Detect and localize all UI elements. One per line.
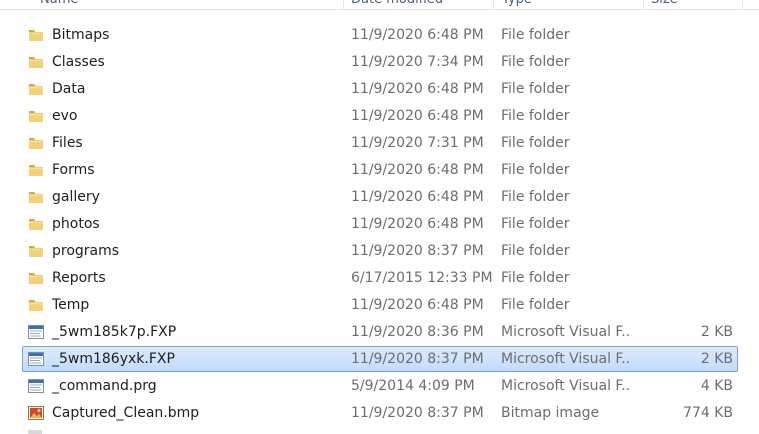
file-size: 4 KB <box>700 378 733 394</box>
file-type: File folder <box>501 216 570 232</box>
folder-icon <box>27 134 45 152</box>
column-name-header[interactable]: Name <box>40 0 78 9</box>
file-date-modified: 5/9/2014 4:09 PM <box>351 378 475 394</box>
file-type: File folder <box>501 135 570 151</box>
text-file-icon <box>27 377 45 395</box>
text-file-icon <box>27 350 45 368</box>
file-date-modified: 11/9/2020 7:34 PM <box>351 54 484 70</box>
folder-row[interactable]: Forms 11/9/2020 6:48 PM File folder <box>22 157 738 183</box>
file-type: Microsoft Visual F... <box>501 351 631 367</box>
file-date-modified: 11/9/2020 8:37 PM <box>351 243 484 259</box>
file-row[interactable]: Captured_Clean.bmp 11/9/2020 8:37 PM Bitma… <box>22 400 738 426</box>
file-date-modified: 11/9/2020 8:37 PM <box>351 405 484 421</box>
file-type: File folder <box>501 270 570 286</box>
text-file-icon <box>27 323 45 341</box>
file-name: Captured_Clean.bmp <box>52 405 200 421</box>
file-type: File folder <box>501 108 570 124</box>
file-type: File folder <box>501 243 570 259</box>
folder-icon <box>27 296 45 314</box>
file-name: _5wm186yxk.FXP <box>52 351 175 367</box>
file-name: gallery <box>52 189 100 205</box>
file-type: Microsoft Visual F... <box>501 378 631 394</box>
file-type: Microsoft Visual F... <box>501 324 631 340</box>
folder-icon <box>27 269 45 287</box>
folder-row[interactable]: Bitmaps 11/9/2020 6:48 PM File folder <box>22 22 738 48</box>
next-row-icon-partial <box>28 430 42 434</box>
file-type: File folder <box>501 54 570 70</box>
column-type-header[interactable]: Type <box>502 0 532 9</box>
file-name: Temp <box>52 297 90 313</box>
file-name: Reports <box>52 270 106 286</box>
column-divider[interactable] <box>343 0 344 9</box>
folder-row[interactable]: Classes 11/9/2020 7:34 PM File folder <box>22 49 738 75</box>
file-type: File folder <box>501 162 570 178</box>
file-row[interactable]: _command.prg 5/9/2014 4:09 PM Microsoft Vi… <box>22 373 738 399</box>
file-name: evo <box>52 108 78 124</box>
column-divider[interactable] <box>643 0 644 9</box>
folder-icon <box>27 161 45 179</box>
file-size: 2 KB <box>700 351 733 367</box>
file-date-modified: 11/9/2020 8:36 PM <box>351 324 484 340</box>
file-row[interactable]: _5wm186yxk.FXP 11/9/2020 8:37 PM Microsoft… <box>22 346 738 372</box>
file-date-modified: 11/9/2020 6:48 PM <box>351 162 484 178</box>
folder-icon <box>27 242 45 260</box>
column-header: Name Date modified Type Size <box>0 0 759 10</box>
folder-icon <box>27 80 45 98</box>
file-date-modified: 11/9/2020 6:48 PM <box>351 216 484 232</box>
folder-row[interactable]: evo 11/9/2020 6:48 PM File folder <box>22 103 738 129</box>
file-date-modified: 11/9/2020 6:48 PM <box>351 27 484 43</box>
file-date-modified: 11/9/2020 6:48 PM <box>351 81 484 97</box>
folder-icon <box>27 26 45 44</box>
file-type: File folder <box>501 189 570 205</box>
folder-icon <box>27 107 45 125</box>
folder-icon <box>27 188 45 206</box>
file-date-modified: 6/17/2015 12:33 PM <box>351 270 493 286</box>
file-name: Bitmaps <box>52 27 110 43</box>
file-date-modified: 11/9/2020 7:31 PM <box>351 135 484 151</box>
file-type: Bitmap image <box>501 405 600 421</box>
file-name: _5wm185k7p.FXP <box>52 324 177 340</box>
column-date-header[interactable]: Date modified <box>351 0 443 9</box>
file-type: File folder <box>501 27 570 43</box>
file-name: Files <box>52 135 83 151</box>
bitmap-file-icon <box>27 404 45 422</box>
folder-row[interactable]: Files 11/9/2020 7:31 PM File folder <box>22 130 738 156</box>
file-date-modified: 11/9/2020 8:37 PM <box>351 351 484 367</box>
file-row[interactable]: _5wm185k7p.FXP 11/9/2020 8:36 PM Microsoft… <box>22 319 738 345</box>
folder-row[interactable]: Reports 6/17/2015 12:33 PM File folder <box>22 265 738 291</box>
folder-icon <box>27 215 45 233</box>
file-size: 774 KB <box>683 405 733 421</box>
file-type: File folder <box>501 297 570 313</box>
file-date-modified: 11/9/2020 6:48 PM <box>351 297 484 313</box>
file-name: photos <box>52 216 100 232</box>
folder-row[interactable]: Temp 11/9/2020 6:48 PM File folder <box>22 292 738 318</box>
folder-icon <box>27 53 45 71</box>
column-size-header[interactable]: Size <box>651 0 678 9</box>
file-date-modified: 11/9/2020 6:48 PM <box>351 189 484 205</box>
column-divider[interactable] <box>493 0 494 9</box>
folder-row[interactable]: programs 11/9/2020 8:37 PM File folder <box>22 238 738 264</box>
file-size: 2 KB <box>700 324 733 340</box>
folder-row[interactable]: Data 11/9/2020 6:48 PM File folder <box>22 76 738 102</box>
file-name: Data <box>52 81 86 97</box>
column-divider[interactable] <box>742 0 743 9</box>
file-name: programs <box>52 243 120 259</box>
folder-row[interactable]: photos 11/9/2020 6:48 PM File folder <box>22 211 738 237</box>
file-name: Classes <box>52 54 105 70</box>
file-type: File folder <box>501 81 570 97</box>
file-name: Forms <box>52 162 95 178</box>
file-name: _command.prg <box>52 378 157 394</box>
folder-row[interactable]: gallery 11/9/2020 6:48 PM File folder <box>22 184 738 210</box>
file-date-modified: 11/9/2020 6:48 PM <box>351 108 484 124</box>
